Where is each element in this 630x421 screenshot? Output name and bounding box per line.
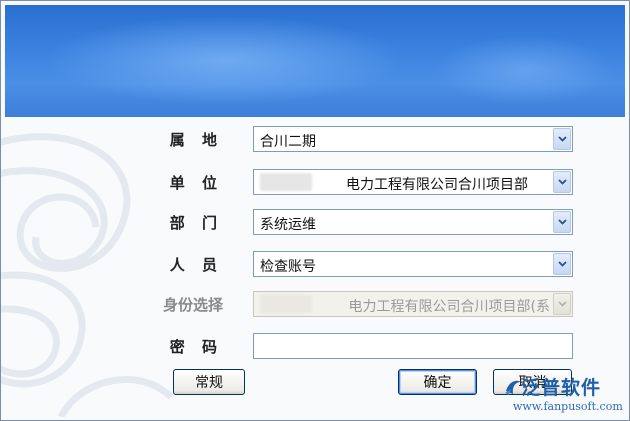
- banner-glow: [45, 15, 405, 105]
- department-value: 系统运维: [260, 217, 316, 233]
- person-value: 检查账号: [260, 259, 316, 275]
- unit-value: 电力工程有限公司合川项目部: [346, 177, 528, 193]
- chevron-down-icon: [557, 301, 567, 307]
- fanpu-logo-icon: [505, 380, 521, 395]
- unit-label: 单 位: [169, 174, 223, 192]
- unit-select[interactable]: 电力工程有限公司合川项目部: [253, 169, 573, 195]
- identity-label: 身份选择: [162, 296, 223, 314]
- department-select[interactable]: 系统运维: [253, 209, 573, 235]
- affiliation-select[interactable]: 合川二期: [253, 126, 573, 152]
- ok-button[interactable]: 确定: [398, 369, 477, 395]
- person-select[interactable]: 检查账号: [253, 251, 573, 277]
- person-label: 人 员: [169, 256, 223, 274]
- general-button[interactable]: 常规: [173, 369, 245, 395]
- person-dropdown-button[interactable]: [553, 253, 571, 275]
- banner-glow-secondary: [435, 35, 615, 105]
- password-label: 密 码: [169, 338, 223, 356]
- affiliation-value: 合川二期: [260, 134, 316, 150]
- identity-dropdown-button: [553, 293, 571, 315]
- watermark-url: www.fanpusoft.com: [513, 400, 623, 413]
- chevron-down-icon: [557, 179, 567, 185]
- identity-value: 电力工程有限公司合川项目部(系: [348, 299, 550, 315]
- watermark-brand: 泛普软件: [521, 377, 602, 399]
- watermark-logo: 泛普软件 www.fanpusoft.com: [499, 373, 623, 417]
- chevron-down-icon: [557, 261, 567, 267]
- department-dropdown-button[interactable]: [553, 211, 571, 233]
- password-input[interactable]: [253, 333, 573, 359]
- chevron-down-icon: [557, 219, 567, 225]
- affiliation-label: 属 地: [169, 131, 223, 149]
- chevron-down-icon: [557, 136, 567, 142]
- identity-select: 电力工程有限公司合川项目部(系: [253, 291, 573, 317]
- affiliation-dropdown-button[interactable]: [553, 128, 571, 150]
- department-label: 部 门: [169, 214, 223, 232]
- login-dialog: 属 地 合川二期 单 位 电力工程有限公司合川项目部 部 门 系统运维 人 员 …: [0, 0, 630, 421]
- redacted-text: [260, 295, 312, 313]
- unit-dropdown-button[interactable]: [553, 171, 571, 193]
- header-banner: [5, 5, 625, 117]
- redacted-text: [260, 173, 312, 191]
